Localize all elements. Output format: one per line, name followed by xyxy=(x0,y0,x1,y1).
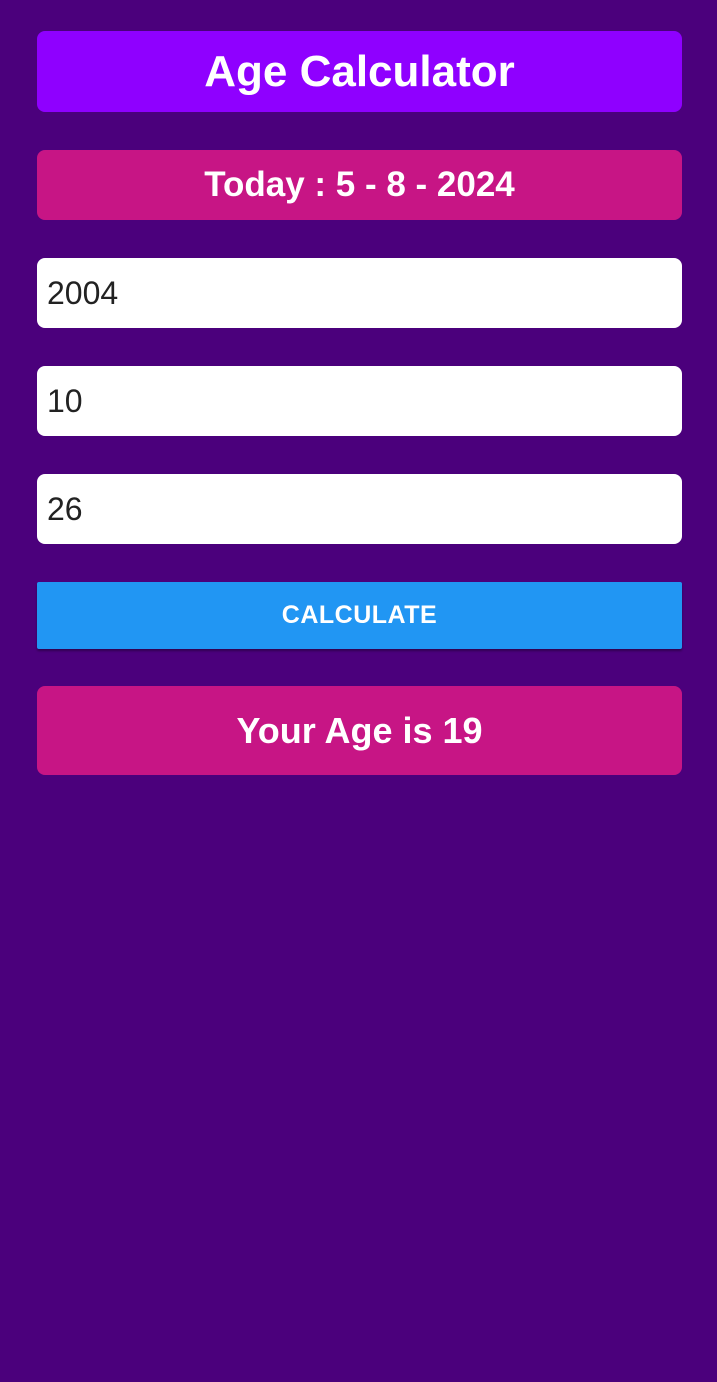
birth-day-input[interactable] xyxy=(37,474,682,544)
age-calculator-app: Age Calculator Today : 5 - 8 - 2024 CALC… xyxy=(37,31,682,775)
today-date-label: Today : 5 - 8 - 2024 xyxy=(37,150,682,220)
birth-month-input[interactable] xyxy=(37,366,682,436)
page-title: Age Calculator xyxy=(37,31,682,112)
age-result-label: Your Age is 19 xyxy=(37,686,682,775)
calculate-button[interactable]: CALCULATE xyxy=(37,582,682,649)
birth-year-input[interactable] xyxy=(37,258,682,328)
